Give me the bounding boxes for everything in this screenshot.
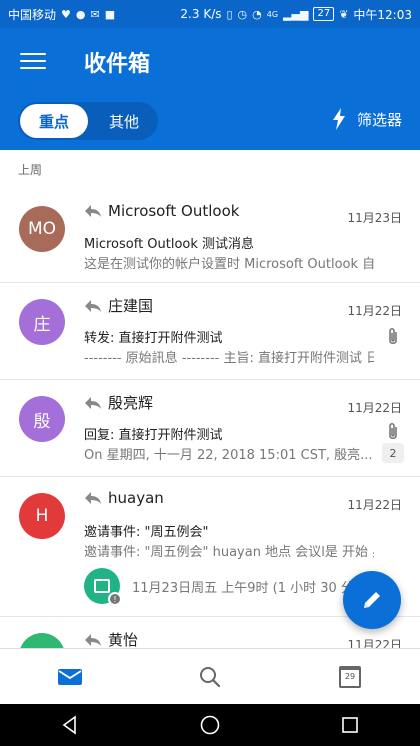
sender-name: Microsoft Outlook bbox=[108, 202, 240, 220]
sender-row: 殷亮辉 bbox=[84, 392, 153, 413]
tab-other[interactable]: 其他 bbox=[90, 102, 158, 140]
leaf-icon: ❦ bbox=[339, 7, 349, 21]
inbox-tab-switch: 重点 其他 bbox=[18, 102, 158, 140]
mail-subject: 邀请事件: "周五例会" bbox=[84, 525, 209, 540]
back-button[interactable] bbox=[50, 705, 90, 745]
mail-preview: On 星期四, 十一月 22, 2018 15:01 CST, 殷亮... bbox=[84, 448, 373, 463]
alarm-icon: ◷ bbox=[237, 7, 248, 21]
hamburger-line bbox=[20, 67, 46, 69]
status-right: 2.3 K/s ▯ ◷ ◔ 4G ▂▄▆ 27 ❦ 中午12:03 bbox=[180, 6, 412, 23]
tab-focused[interactable]: 重点 bbox=[20, 104, 88, 138]
recents-button[interactable] bbox=[330, 705, 370, 745]
attachment-count-badge: 2 bbox=[382, 443, 404, 463]
hamburger-line bbox=[20, 53, 46, 55]
filter-label: 筛选器 bbox=[356, 110, 402, 129]
signal-type-label: 4G bbox=[266, 9, 279, 19]
compose-button[interactable] bbox=[343, 571, 401, 629]
avatar: 庄 bbox=[19, 299, 65, 345]
event-time: 11月23日周五 上午9时 (1 小时 30 分 bbox=[132, 580, 354, 596]
mail-preview: 这是在测试你的帐户设置时 Microsoft Outlook 自... bbox=[84, 257, 374, 272]
search-icon bbox=[200, 666, 221, 687]
sender-name: huayan bbox=[108, 489, 164, 507]
mail-item[interactable]: 庄 庄建国 11月22日 转发: 直接打开附件测试 -------- 原始訊息 … bbox=[0, 283, 420, 380]
nav-calendar[interactable]: 29 bbox=[320, 649, 380, 705]
event-frame bbox=[94, 579, 110, 593]
system-navigation bbox=[0, 704, 420, 746]
menu-button[interactable] bbox=[20, 50, 46, 72]
home-circle-icon bbox=[200, 715, 220, 735]
section-header: 上周 bbox=[18, 163, 43, 177]
message-icon: ✉ bbox=[90, 7, 100, 21]
mail-preview: 邀请事件: "周五例会" huayan 地点 会议l是 开始 星... bbox=[84, 545, 374, 560]
app-notification-icon: ■ bbox=[104, 7, 116, 21]
back-triangle-icon bbox=[62, 715, 76, 735]
battery-indicator: 27 bbox=[313, 7, 335, 21]
signal-icon: ▂▄▆ bbox=[283, 7, 309, 21]
mail-subject: 转发: 直接打开附件测试 bbox=[84, 331, 223, 346]
mail-subject: Microsoft Outlook 测试消息 bbox=[84, 237, 255, 252]
mail-subject: 回复: 直接打开附件测试 bbox=[84, 428, 223, 443]
recents-square-icon bbox=[342, 717, 358, 733]
page-title: 收件箱 bbox=[84, 52, 151, 77]
event-invite-row[interactable]: ! 11月23日周五 上午9时 (1 小时 30 分 bbox=[84, 568, 354, 606]
hamburger-line bbox=[20, 60, 46, 62]
app-header: 收件箱 重点 其他 筛选器 bbox=[0, 28, 420, 150]
mail-date: 11月22日 bbox=[347, 304, 402, 318]
sender-name: 黄怡 bbox=[108, 631, 139, 649]
event-status-icon: ! bbox=[108, 592, 122, 606]
sender-name: 庄建国 bbox=[108, 297, 154, 315]
attachment-icon bbox=[389, 422, 397, 440]
home-button[interactable] bbox=[190, 705, 230, 745]
bottom-navigation: 29 bbox=[0, 648, 420, 704]
nav-mail[interactable] bbox=[40, 649, 100, 705]
replied-icon bbox=[85, 492, 101, 504]
mail-date: 11月22日 bbox=[347, 498, 402, 512]
wifi-icon: ◔ bbox=[252, 7, 262, 21]
sender-name: 殷亮辉 bbox=[108, 394, 154, 412]
replied-icon bbox=[85, 396, 101, 409]
net-speed: 2.3 K/s bbox=[180, 7, 222, 21]
sender-row: 黄怡 bbox=[84, 629, 138, 650]
chat-icon: ● bbox=[75, 7, 86, 21]
replied-icon bbox=[85, 299, 101, 312]
clock: 中午12:03 bbox=[353, 7, 412, 22]
mail-date: 11月22日 bbox=[347, 401, 402, 415]
sender-row: Microsoft Outlook bbox=[84, 202, 239, 220]
replied-icon bbox=[85, 205, 101, 217]
mail-item[interactable]: MO Microsoft Outlook 11月23日 Microsoft Ou… bbox=[0, 186, 420, 283]
calendar-icon: 29 bbox=[339, 665, 361, 688]
mail-item[interactable]: 殷 殷亮辉 11月22日 2 回复: 直接打开附件测试 On 星期四, 十一月 … bbox=[0, 380, 420, 477]
lightning-icon bbox=[332, 108, 345, 130]
vibrate-icon: ▯ bbox=[226, 7, 233, 21]
mail-icon bbox=[58, 668, 82, 685]
avatar: 殷 bbox=[19, 396, 65, 442]
nav-search[interactable] bbox=[180, 649, 240, 705]
avatar: H bbox=[19, 493, 65, 539]
mail-date: 11月23日 bbox=[347, 211, 402, 225]
calendar-day: 29 bbox=[344, 671, 356, 681]
status-bar: 中国移动 ♥ ● ✉ ■ 2.3 K/s ▯ ◷ ◔ 4G ▂▄▆ 27 ❦ 中… bbox=[0, 0, 420, 28]
calendar-event-icon: ! bbox=[84, 568, 122, 606]
pencil-icon bbox=[364, 592, 380, 608]
sender-row: 庄建国 bbox=[84, 295, 153, 316]
status-left: 中国移动 ♥ ● ✉ ■ bbox=[8, 6, 115, 23]
attachment-icon bbox=[389, 327, 397, 345]
carrier-label: 中国移动 bbox=[8, 7, 57, 22]
avatar: MO bbox=[19, 206, 65, 252]
sender-row: huayan bbox=[84, 489, 164, 507]
heart-health-icon: ♥ bbox=[61, 7, 71, 21]
filter-button[interactable]: 筛选器 bbox=[331, 108, 402, 130]
replied-icon bbox=[85, 633, 101, 646]
mail-preview: -------- 原始訊息 -------- 主旨: 直接打开附件测试 日期..… bbox=[84, 351, 374, 366]
